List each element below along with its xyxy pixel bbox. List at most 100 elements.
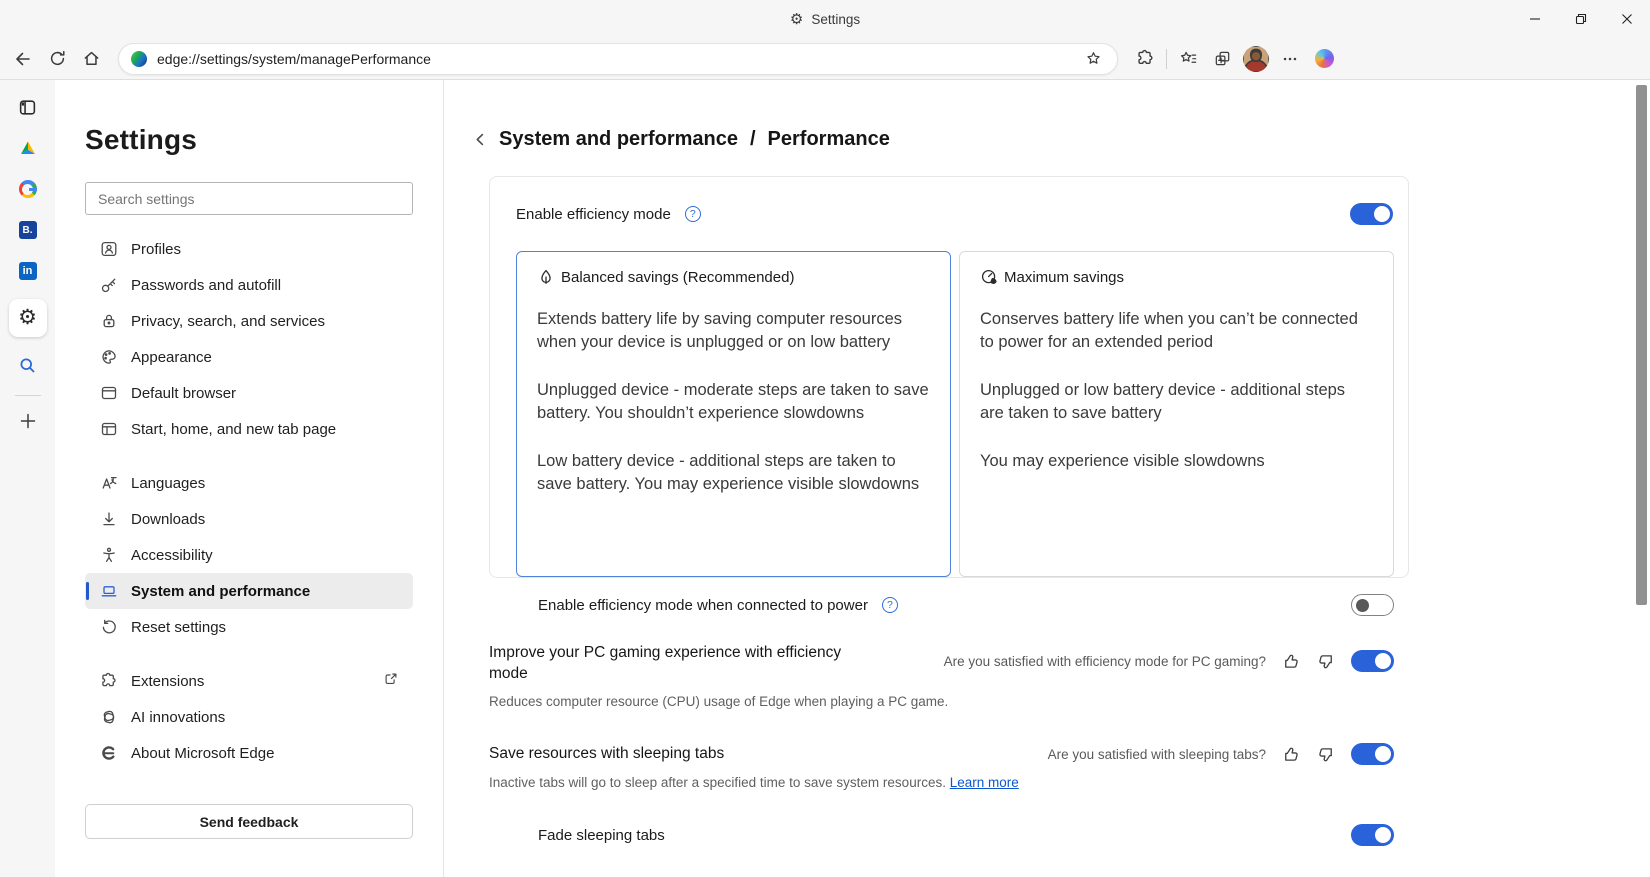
sidebar-item-languages[interactable]: Languages	[85, 465, 413, 501]
sidebar-item-profiles[interactable]: Profiles	[85, 231, 413, 267]
edge-favicon-icon	[131, 51, 147, 67]
browser-window-icon	[100, 384, 118, 402]
sidebar-item-about-edge[interactable]: About Microsoft Edge	[85, 735, 413, 771]
tab-google[interactable]	[15, 176, 41, 202]
profiles-icon	[100, 240, 118, 258]
help-icon[interactable]	[882, 597, 898, 613]
sidebar-item-passwords[interactable]: Passwords and autofill	[85, 267, 413, 303]
thumbs-down-button[interactable]	[1317, 746, 1334, 763]
sidebar-item-system-performance[interactable]: System and performance	[85, 573, 413, 609]
thumbs-up-button[interactable]	[1283, 746, 1300, 763]
restore-button[interactable]	[1558, 0, 1604, 38]
sidebar-item-label: Accessibility	[131, 547, 213, 564]
sidebar-item-default-browser[interactable]: Default browser	[85, 375, 413, 411]
leaf-icon	[537, 268, 555, 286]
thumbs-down-button[interactable]	[1317, 653, 1334, 670]
tab-bing[interactable]: B.	[15, 217, 41, 243]
url-text[interactable]: edge://settings/system/managePerformance	[157, 51, 1079, 67]
languages-icon	[100, 474, 118, 492]
refresh-button[interactable]	[40, 43, 74, 75]
fade-sleeping-tabs-toggle[interactable]	[1351, 824, 1394, 846]
breadcrumb-separator: /	[750, 128, 756, 151]
sidebar-item-label: Extensions	[131, 673, 204, 690]
gauge-leaf-icon	[980, 268, 998, 286]
balanced-savings-description: Extends battery life by saving computer …	[537, 308, 930, 496]
more-dots-icon	[1281, 50, 1299, 68]
breadcrumb-back-button[interactable]	[472, 131, 489, 148]
google-drive-icon	[19, 139, 37, 157]
search-settings-input[interactable]	[85, 182, 413, 215]
add-favorite-button[interactable]	[1079, 43, 1107, 75]
sidebar-item-reset-settings[interactable]: Reset settings	[85, 609, 413, 645]
help-icon[interactable]	[685, 206, 701, 222]
main-content: System and performance / Performance Ena…	[443, 80, 1650, 877]
back-button[interactable]	[6, 43, 40, 75]
copilot-button[interactable]	[1307, 43, 1341, 75]
settings-menu-button[interactable]	[1273, 43, 1307, 75]
linkedin-icon: in	[19, 262, 37, 280]
home-icon	[82, 49, 101, 68]
back-icon	[13, 49, 33, 69]
scrollbar-thumb[interactable]	[1636, 85, 1647, 605]
sidebar-item-label: Passwords and autofill	[131, 277, 281, 294]
mode-paragraph: You may experience visible slowdowns	[980, 450, 1373, 473]
favorites-button[interactable]	[1171, 43, 1205, 75]
strip-search-button[interactable]	[15, 352, 41, 378]
active-settings-gear-icon	[18, 307, 37, 329]
vertical-tab-strip: B. in	[0, 80, 55, 877]
sidebar-item-privacy[interactable]: Privacy, search, and services	[85, 303, 413, 339]
gaming-efficiency-toggle[interactable]	[1351, 650, 1394, 672]
extensions-button[interactable]	[1128, 43, 1162, 75]
edge-logo-icon	[100, 744, 118, 762]
home-button[interactable]	[74, 43, 108, 75]
maximum-savings-card[interactable]: Maximum savings Conserves battery life w…	[959, 251, 1394, 577]
sidebar-item-label: About Microsoft Edge	[131, 745, 274, 762]
tab-google-drive[interactable]	[15, 135, 41, 161]
palette-icon	[100, 348, 118, 366]
fade-sleeping-tabs-label: Fade sleeping tabs	[538, 827, 665, 844]
maximum-savings-title: Maximum savings	[1004, 269, 1124, 286]
sleeping-tabs-row: Save resources with sleeping tabs Are yo…	[489, 743, 1409, 790]
favorite-star-icon	[1085, 50, 1102, 67]
new-tab-button[interactable]	[15, 408, 41, 434]
sidebar-item-label: Appearance	[131, 349, 212, 366]
sidebar-item-start-home[interactable]: Start, home, and new tab page	[85, 411, 413, 447]
key-icon	[100, 276, 118, 294]
balanced-savings-card[interactable]: Balanced savings (Recommended) Extends b…	[516, 251, 951, 577]
gaming-efficiency-description: Reduces computer resource (CPU) usage of…	[489, 694, 1394, 709]
sidebar-item-label: Reset settings	[131, 619, 226, 636]
breadcrumb-current: Performance	[768, 128, 890, 151]
sleeping-tabs-toggle[interactable]	[1351, 743, 1394, 765]
google-g-icon	[19, 180, 37, 198]
sidebar-item-accessibility[interactable]: Accessibility	[85, 537, 413, 573]
window-title: Settings	[790, 12, 860, 27]
tab-linkedin[interactable]: in	[15, 258, 41, 284]
sidebar-item-label: Languages	[131, 475, 205, 492]
sidebar-item-ai-innovations[interactable]: AI innovations	[85, 699, 413, 735]
profile-button[interactable]	[1239, 43, 1273, 75]
tabs-icon	[18, 98, 37, 117]
enable-efficiency-toggle[interactable]	[1350, 203, 1393, 225]
settings-sidebar: Settings Profiles Passwords and autofill…	[55, 80, 443, 877]
minimize-button[interactable]	[1512, 0, 1558, 38]
connected-power-toggle[interactable]	[1351, 594, 1394, 616]
mode-paragraph: Low battery device - additional steps ar…	[537, 450, 930, 496]
tab-actions-button[interactable]	[15, 94, 41, 120]
tab-settings-active[interactable]	[9, 299, 47, 337]
maximum-savings-description: Conserves battery life when you can’t be…	[980, 308, 1373, 473]
send-feedback-button[interactable]: Send feedback	[85, 804, 413, 839]
collections-button[interactable]	[1205, 43, 1239, 75]
reset-icon	[100, 618, 118, 636]
sidebar-nav: Profiles Passwords and autofill Privacy,…	[85, 231, 413, 771]
sidebar-item-extensions[interactable]: Extensions	[85, 663, 413, 699]
learn-more-link[interactable]: Learn more	[950, 775, 1019, 790]
sidebar-item-downloads[interactable]: Downloads	[85, 501, 413, 537]
breadcrumb-parent[interactable]: System and performance	[499, 128, 738, 151]
profile-avatar	[1243, 46, 1269, 72]
sidebar-item-label: Privacy, search, and services	[131, 313, 325, 330]
address-bar[interactable]: edge://settings/system/managePerformance	[118, 43, 1118, 75]
thumbs-up-button[interactable]	[1283, 653, 1300, 670]
sidebar-item-appearance[interactable]: Appearance	[85, 339, 413, 375]
breadcrumb: System and performance / Performance	[472, 128, 890, 151]
close-button[interactable]	[1604, 0, 1650, 38]
